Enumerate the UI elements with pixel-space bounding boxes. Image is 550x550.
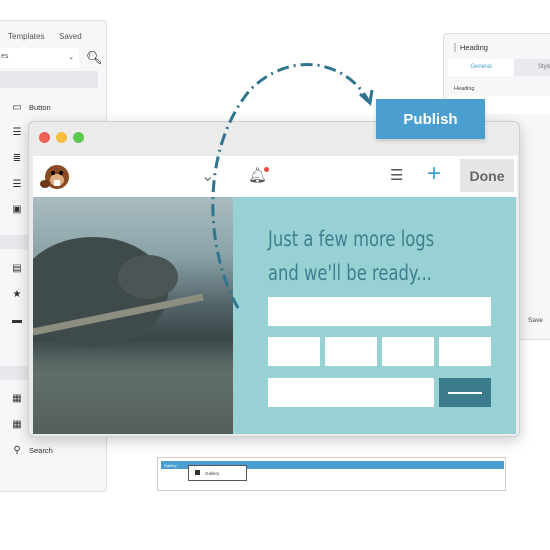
module-save[interactable]: ▤ [11,263,23,274]
module-list[interactable]: ≣ [11,153,23,164]
heading-line-2: and we'll be ready... [268,261,432,285]
form-input-2[interactable] [325,337,377,366]
outline-icon[interactable]: ☰ [390,166,403,184]
gallery-row: Gallery Gallery [157,457,506,491]
form-input-4[interactable] [439,337,491,366]
done-button[interactable]: Done [460,159,514,192]
save-icon: ▤ [12,263,22,274]
section-bar [0,71,98,88]
chevron-down-icon: ⌄ [68,54,74,61]
module-text[interactable]: ☰ [11,127,23,138]
search-icon[interactable]: 🔍︎ [86,50,103,66]
form-input-email[interactable] [268,378,434,407]
module-table-2[interactable]: ▦ [11,419,23,430]
builder-toolbar: ⌄ 🔔︎ ☰ + Done [33,156,517,197]
add-icon[interactable]: + [427,160,441,188]
table-icon: ▦ [12,393,22,404]
separator-icon: ▬ [12,315,22,326]
form-input-1[interactable] [268,337,320,366]
category-select[interactable]: es ⌄ [0,48,79,68]
field-label: Heading [454,86,475,92]
tab-general[interactable]: General [448,59,514,76]
beaver-logo[interactable] [39,160,73,192]
submit-button[interactable] [439,378,491,407]
table-icon: ▦ [12,419,22,430]
publish-button[interactable]: Publish [376,99,485,139]
module-search[interactable]: ⚲ Search [11,445,52,456]
form-input-3[interactable] [382,337,434,366]
save-button[interactable]: Save [528,317,543,324]
heading-line-1: Just a few more logs [268,227,435,251]
list-icon: ≣ [12,153,22,164]
bell-icon[interactable]: 🔔︎ [248,166,270,184]
tab-saved[interactable]: Saved [59,32,82,41]
browser-window: ⌄ 🔔︎ ☰ + Done Just a few more logs and w… [28,121,520,437]
submit-line-icon [448,392,482,394]
beaver-photo [29,197,233,434]
module-video[interactable]: ▣ [11,204,23,215]
module-button[interactable]: ▭ Button [11,102,50,113]
text-icon: ☰ [12,127,22,138]
search-icon: ⚲ [13,445,21,456]
form-input-full[interactable] [268,297,491,326]
tab-templates[interactable]: Templates [8,32,44,41]
video-icon: ▣ [12,204,22,215]
module-table[interactable]: ▦ [11,393,23,404]
gallery-icon [195,470,200,475]
module-star[interactable]: ★ [11,289,23,300]
module-separator[interactable]: ▬ [11,315,23,326]
module-text-editor[interactable]: ☰ [11,179,23,190]
chevron-down-icon[interactable]: ⌄ [201,166,214,186]
signup-section: Just a few more logs and we'll be ready.… [233,197,516,434]
close-button[interactable] [39,132,50,143]
minimize-button[interactable] [56,132,67,143]
signup-heading: Just a few more logs and we'll be ready.… [268,222,434,290]
text-editor-icon: ☰ [12,179,22,190]
maximize-button[interactable] [73,132,84,143]
button-icon: ▭ [12,102,22,113]
star-icon: ★ [12,289,22,300]
notification-badge [264,167,270,172]
tab-style[interactable]: Style [514,59,550,76]
gallery-drag-item[interactable]: Gallery [188,465,247,481]
panel-title: Heading [454,43,488,52]
